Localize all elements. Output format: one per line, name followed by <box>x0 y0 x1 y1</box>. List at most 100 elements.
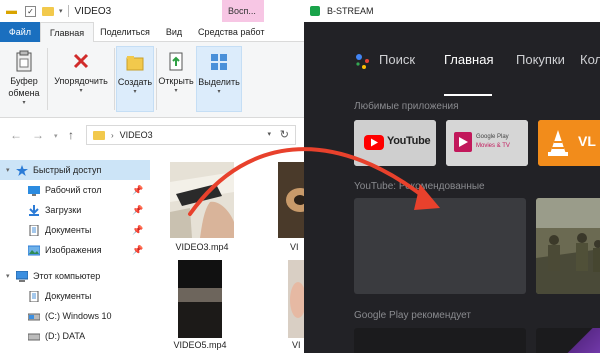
nav-collection[interactable]: Кол <box>580 52 600 67</box>
tab-view[interactable]: Вид <box>156 22 192 42</box>
file-name[interactable]: VIDEO5.mp4 <box>172 340 228 350</box>
app-tile-youtube[interactable]: YouTube <box>354 120 436 166</box>
ribbon: Буфер обмена ▾ Упорядочить ▾ Создать ▾ О… <box>0 42 304 118</box>
youtube-logo-text: YouTube <box>387 135 431 147</box>
create-dropdown-icon: ▾ <box>133 89 137 95</box>
section-youtube-recommended: YouTube: Рекомендованные <box>354 181 485 192</box>
file-name[interactable]: VIDEO3.mp4 <box>170 242 234 252</box>
tab-home[interactable]: Главная <box>40 22 94 42</box>
titlebar-divider <box>67 5 69 17</box>
sidebar-item-label: Рабочий стол <box>45 185 102 195</box>
context-tab-header[interactable]: Восп... <box>222 0 264 22</box>
sidebar-item-quick-access[interactable]: ▾ Быстрый доступ <box>0 160 150 180</box>
video-thumbnail[interactable] <box>288 260 304 338</box>
sidebar-item-pc-documents[interactable]: Документы <box>0 286 150 306</box>
select-button[interactable]: Выделить ▾ <box>196 46 242 112</box>
create-label: Создать <box>117 77 153 87</box>
ribbon-divider <box>47 48 48 110</box>
documents-icon <box>28 290 40 302</box>
pin-icon[interactable]: 📌 <box>132 205 143 216</box>
file-explorer-window: ▬ ✓ ▾ VIDEO3 Восп... Файл Главная Подели… <box>0 0 304 353</box>
organize-button[interactable]: Упорядочить ▾ <box>50 46 112 112</box>
new-folder-quick-icon[interactable] <box>42 6 54 16</box>
nav-search[interactable]: Поиск <box>379 52 415 67</box>
navigation-pane: ▾ Быстрый доступ Рабочий стол 📌 Загрузки… <box>0 160 150 353</box>
sidebar-item-label: Быстрый доступ <box>33 165 102 175</box>
video-thumbnail[interactable] <box>178 260 222 338</box>
chevron-down-icon[interactable]: ▾ <box>6 166 10 174</box>
sidebar-item-desktop[interactable]: Рабочий стол 📌 <box>0 180 150 200</box>
chevron-right-icon[interactable]: › <box>111 131 114 140</box>
select-label: Выделить <box>198 77 240 87</box>
computer-icon <box>15 270 29 282</box>
select-dropdown-icon: ▾ <box>217 89 221 95</box>
stream-titlebar: B-STREAM <box>304 0 600 22</box>
new-folder-icon <box>125 51 145 73</box>
pictures-icon <box>27 245 41 256</box>
organize-label: Упорядочить <box>54 76 108 86</box>
file-name[interactable]: VI <box>290 242 304 252</box>
section-favorite-apps: Любимые приложения <box>354 101 459 112</box>
play-recommendation-card[interactable] <box>354 328 526 353</box>
address-path: VIDEO3 <box>119 130 153 140</box>
organize-dropdown-icon: ▾ <box>79 88 83 94</box>
play-recommendation-card[interactable] <box>536 328 600 353</box>
play-movies-name: Google Play <box>476 134 509 140</box>
sidebar-item-drive-c[interactable]: (C:) Windows 10 <box>0 306 150 326</box>
drive-icon <box>27 331 41 342</box>
documents-icon <box>28 224 40 236</box>
sidebar-item-label: (D:) DATA <box>45 331 86 341</box>
sidebar-item-downloads[interactable]: Загрузки 📌 <box>0 200 150 220</box>
recent-dropdown-icon[interactable]: ▾ <box>54 132 58 140</box>
sidebar-item-documents[interactable]: Документы 📌 <box>0 220 150 240</box>
clipboard-dropdown-icon: ▾ <box>22 100 26 106</box>
pin-icon[interactable]: 📌 <box>132 245 143 256</box>
nav-purchases[interactable]: Покупки <box>516 52 565 67</box>
video-thumbnail[interactable] <box>278 162 304 238</box>
sidebar-item-label: Изображения <box>45 245 102 255</box>
tab-file[interactable]: Файл <box>0 22 40 42</box>
back-arrow-icon[interactable]: ← <box>10 128 22 142</box>
sidebar-item-drive-d[interactable]: (D:) DATA <box>0 326 150 346</box>
file-list: VIDEO3.mp4 VI VIDEO5.mp4 VI <box>150 152 304 353</box>
sidebar-item-label: Документы <box>45 291 92 301</box>
youtube-video-card[interactable] <box>536 198 600 294</box>
create-button[interactable]: Создать ▾ <box>116 46 154 112</box>
clipboard-icon <box>14 50 34 72</box>
nav-home[interactable]: Главная <box>444 52 493 67</box>
stream-window-title: B-STREAM <box>327 6 374 16</box>
b-stream-window: B-STREAM Поиск Главная Покупки Кол Любим… <box>304 0 600 353</box>
up-arrow-icon[interactable]: ↑ <box>68 128 74 142</box>
pin-icon[interactable]: 📌 <box>132 185 143 196</box>
desktop-icon <box>28 185 40 196</box>
clipboard-button[interactable]: Буфер обмена ▾ <box>4 46 44 112</box>
properties-quick-button[interactable]: ✓ <box>25 5 36 17</box>
youtube-video-card[interactable] <box>354 198 526 294</box>
open-label: Открыть <box>158 76 194 86</box>
section-google-play-recommended: Google Play рекомендует <box>354 310 471 321</box>
sidebar-item-pictures[interactable]: Изображения 📌 <box>0 240 150 260</box>
tab-share[interactable]: Поделиться <box>94 22 156 42</box>
refresh-icon[interactable]: ↻ <box>280 128 289 141</box>
address-bar[interactable]: › VIDEO3 ▾ ↻ <box>86 125 296 145</box>
video-thumbnail[interactable] <box>170 162 234 238</box>
address-dropdown-icon[interactable]: ▾ <box>267 130 271 138</box>
chevron-down-icon[interactable]: ▾ <box>6 272 10 280</box>
file-name[interactable]: VI <box>292 340 304 350</box>
tab-tools[interactable]: Средства работ <box>192 22 304 42</box>
open-button[interactable]: Открыть ▾ <box>154 46 198 112</box>
quick-access-dropdown-icon[interactable]: ▾ <box>59 7 63 15</box>
google-assistant-icon[interactable] <box>354 52 372 70</box>
app-tile-google-play-movies[interactable]: Google Play Movies & TV <box>446 120 528 166</box>
sidebar-item-label: Этот компьютер <box>33 271 101 281</box>
open-dropdown-icon: ▾ <box>174 88 178 94</box>
clipboard-label: Буфер обмена <box>8 76 40 98</box>
pin-icon[interactable]: 📌 <box>132 225 143 236</box>
app-tile-vlc[interactable]: VL <box>538 120 600 166</box>
play-movies-subtitle: Movies & TV <box>476 143 510 149</box>
vlc-logo-text: VL <box>578 133 596 149</box>
forward-arrow-icon[interactable]: → <box>32 128 44 142</box>
sidebar-item-this-pc[interactable]: ▾ Этот компьютер <box>0 266 150 286</box>
ribbon-divider <box>114 48 115 110</box>
ribbon-tabs: Файл Главная Поделиться Вид Средства раб… <box>0 22 304 42</box>
